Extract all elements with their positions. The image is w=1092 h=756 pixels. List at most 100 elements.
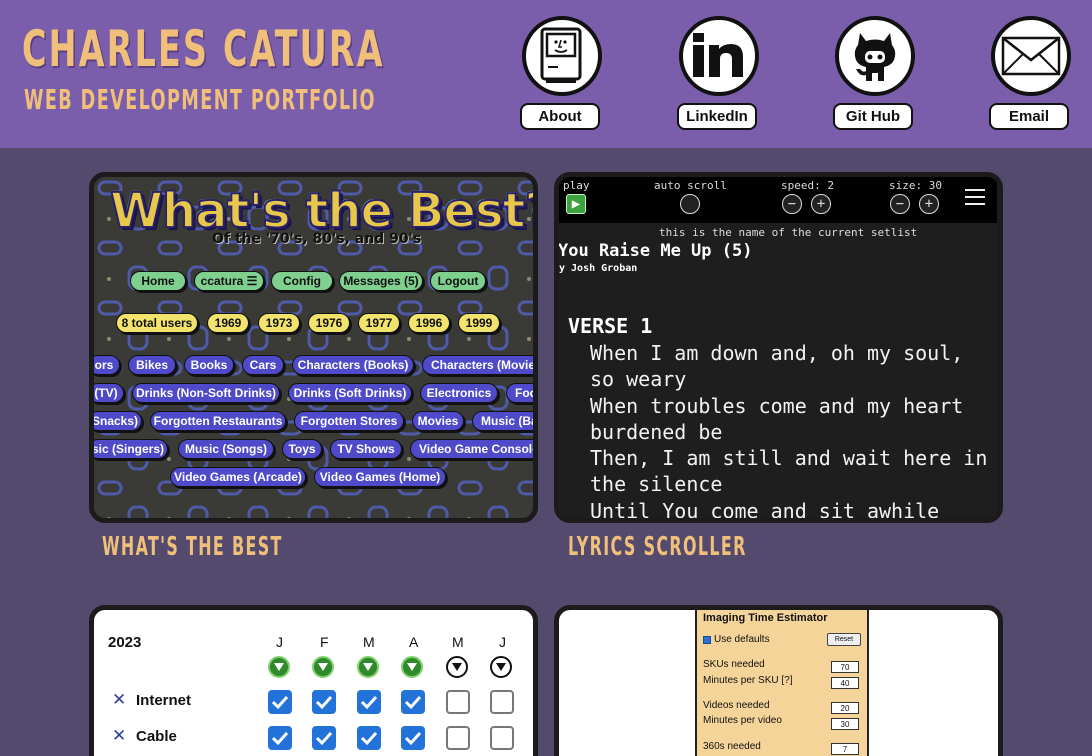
month-checkbox[interactable] bbox=[446, 690, 470, 714]
year-label: 2023 bbox=[108, 634, 142, 651]
month-checkbox[interactable] bbox=[490, 726, 514, 750]
category-pill[interactable]: Drinks (Soft Drinks) bbox=[288, 383, 412, 403]
category-pill[interactable]: Video Games (Arcade) bbox=[170, 467, 306, 487]
videos-input[interactable]: 20 bbox=[831, 702, 859, 714]
nav-about[interactable]: About bbox=[520, 16, 604, 132]
category-pill[interactable]: Drinks (Non-Soft Drinks) bbox=[132, 383, 280, 403]
year-pill[interactable]: 8 total users bbox=[116, 313, 198, 333]
category-pill[interactable]: Bikes bbox=[128, 355, 176, 375]
github-button[interactable]: Git Hub bbox=[833, 103, 913, 130]
project-card-whats-the-best[interactable]: What's the Best? Of the '70's, 80's, and… bbox=[89, 172, 538, 523]
nav-pill-messages[interactable]: Messages (5) bbox=[339, 271, 423, 291]
linkedin-icon[interactable] bbox=[679, 16, 759, 96]
project-card-imaging-estimator[interactable]: Imaging Time Estimator Use defaults Rese… bbox=[554, 605, 1003, 756]
remove-row-icon[interactable]: ✕ bbox=[112, 726, 126, 746]
month-checkbox[interactable] bbox=[401, 690, 425, 714]
category-pill[interactable]: Movies bbox=[412, 411, 464, 431]
about-button[interactable]: About bbox=[520, 103, 600, 130]
category-pill[interactable]: Foo bbox=[506, 383, 533, 403]
month-checkbox[interactable] bbox=[312, 690, 336, 714]
category-pill[interactable]: Snacks) bbox=[94, 411, 142, 431]
project-card-subscriptions[interactable]: 2023 J F M A M J ✕ Internet ✕ Cable bbox=[89, 605, 538, 756]
play-label: play bbox=[563, 179, 590, 192]
category-pill[interactable]: ors bbox=[94, 355, 120, 375]
month-checkbox[interactable] bbox=[312, 726, 336, 750]
month-checkbox[interactable] bbox=[268, 690, 292, 714]
year-pill[interactable]: 1996 bbox=[408, 313, 450, 333]
year-pill[interactable]: 1969 bbox=[207, 313, 249, 333]
month-toggle-icon[interactable] bbox=[401, 656, 423, 678]
year-pill[interactable]: 1999 bbox=[458, 313, 500, 333]
nav-pill-home[interactable]: Home bbox=[130, 271, 186, 291]
lyrics-toolbar: play ▶ auto scroll speed: 2 − + size: 30… bbox=[559, 177, 997, 223]
category-pill[interactable]: Electronics bbox=[420, 383, 498, 403]
category-pill[interactable]: Books bbox=[184, 355, 234, 375]
month-toggle-icon[interactable] bbox=[312, 656, 334, 678]
use-defaults-checkbox[interactable] bbox=[703, 635, 711, 644]
category-pill[interactable]: Forgotten Restaurants bbox=[150, 411, 286, 431]
speed-increase-icon[interactable]: + bbox=[811, 194, 831, 214]
email-button[interactable]: Email bbox=[989, 103, 1069, 130]
size-increase-icon[interactable]: + bbox=[919, 194, 939, 214]
verse-heading: VERSE 1 bbox=[568, 314, 653, 338]
category-pill[interactable]: sic (Singers) bbox=[94, 439, 168, 459]
category-pill[interactable]: Toys bbox=[282, 439, 322, 459]
reset-button[interactable]: Reset bbox=[827, 633, 861, 646]
year-pill[interactable]: 1977 bbox=[358, 313, 400, 333]
month-toggle-icon[interactable] bbox=[268, 656, 290, 678]
size-decrease-icon[interactable]: − bbox=[890, 194, 910, 214]
remove-row-icon[interactable]: ✕ bbox=[112, 690, 126, 710]
computer-icon[interactable] bbox=[522, 16, 602, 96]
category-pill[interactable]: Video Game Console bbox=[410, 439, 533, 459]
category-pill[interactable]: (TV) bbox=[94, 383, 124, 403]
caption-whats-the-best[interactable]: WHAT'S THE BEST bbox=[102, 534, 283, 560]
envelope-icon[interactable] bbox=[991, 16, 1071, 96]
project-card-lyrics-scroller[interactable]: play ▶ auto scroll speed: 2 − + size: 30… bbox=[554, 172, 1003, 523]
month-label: F bbox=[320, 634, 329, 650]
category-pill[interactable]: Video Games (Home) bbox=[314, 467, 446, 487]
month-checkbox[interactable] bbox=[446, 726, 470, 750]
category-pill[interactable]: Music (Ba bbox=[472, 411, 533, 431]
category-pill[interactable]: Cars bbox=[242, 355, 284, 375]
year-pill[interactable]: 1976 bbox=[308, 313, 350, 333]
skus-input[interactable]: 70 bbox=[831, 661, 859, 673]
setlist-name: this is the name of the current setlist bbox=[659, 226, 918, 239]
month-toggle-icon[interactable] bbox=[446, 656, 468, 678]
use-defaults-row[interactable]: Use defaults bbox=[703, 634, 770, 645]
hamburger-menu-icon[interactable] bbox=[965, 189, 985, 210]
row-label: Internet bbox=[136, 692, 192, 709]
nav-email[interactable]: Email bbox=[989, 16, 1073, 132]
song-title: You Raise Me Up (5) bbox=[558, 241, 753, 261]
auto-scroll-toggle[interactable] bbox=[680, 194, 700, 214]
nav-github[interactable]: Git Hub bbox=[833, 16, 917, 132]
year-pill[interactable]: 1973 bbox=[258, 313, 300, 333]
speed-decrease-icon[interactable]: − bbox=[782, 194, 802, 214]
lyric-line: When troubles come and my heart bbox=[590, 393, 964, 418]
category-pill[interactable]: Music (Songs) bbox=[178, 439, 274, 459]
category-pill[interactable]: TV Shows bbox=[330, 439, 402, 459]
minutes-per-video-input[interactable]: 30 bbox=[831, 718, 859, 730]
play-icon[interactable]: ▶ bbox=[566, 194, 586, 214]
month-checkbox[interactable] bbox=[401, 726, 425, 750]
minutes-per-sku-input[interactable]: 40 bbox=[831, 677, 859, 689]
spins-input[interactable]: 7 bbox=[831, 743, 859, 755]
month-checkbox[interactable] bbox=[490, 690, 514, 714]
nav-linkedin[interactable]: LinkedIn bbox=[677, 16, 761, 132]
category-pill[interactable]: Characters (Movies bbox=[422, 355, 533, 375]
month-toggle-icon[interactable] bbox=[490, 656, 512, 678]
linkedin-button[interactable]: LinkedIn bbox=[677, 103, 757, 130]
category-pill[interactable]: Forgotten Stores bbox=[294, 411, 404, 431]
month-checkbox[interactable] bbox=[357, 690, 381, 714]
github-icon[interactable] bbox=[835, 16, 915, 96]
lyrics-body: When I am down and, oh my soul, so weary… bbox=[590, 340, 987, 518]
nav-pill-user[interactable]: ccatura ☰ bbox=[194, 271, 264, 291]
nav-pill-logout[interactable]: Logout bbox=[430, 271, 486, 291]
month-checkbox[interactable] bbox=[357, 726, 381, 750]
month-checkbox[interactable] bbox=[268, 726, 292, 750]
nav-pill-config[interactable]: Config bbox=[271, 271, 333, 291]
whats-the-best-tagline: Of the '70's, 80's, and 90's bbox=[212, 231, 422, 247]
site-title: CHARLES CATURA bbox=[22, 20, 385, 78]
category-pill[interactable]: Characters (Books) bbox=[292, 355, 414, 375]
caption-lyrics-scroller[interactable]: LYRICS SCROLLER bbox=[568, 534, 747, 560]
month-toggle-icon[interactable] bbox=[357, 656, 379, 678]
